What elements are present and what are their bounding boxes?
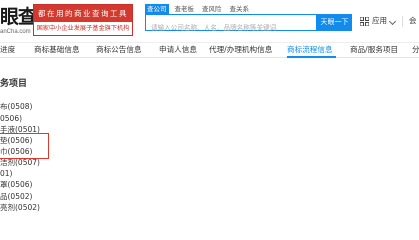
list-item: 0506) bbox=[0, 114, 23, 123]
tab-announcement[interactable]: 商标公告信息 bbox=[96, 43, 142, 57]
header-divider bbox=[402, 16, 403, 27]
search-tab-risk[interactable]: 查风险 bbox=[200, 4, 224, 14]
search-tab-relation[interactable]: 查关系 bbox=[228, 4, 252, 14]
logo-domain: anCha.com bbox=[0, 29, 31, 35]
chevron-down-icon[interactable] bbox=[388, 17, 397, 26]
list-item: 亮剂(0502) bbox=[0, 203, 40, 212]
search-button[interactable]: 天眼一下 bbox=[317, 14, 352, 31]
list-item: 罩(0506) bbox=[0, 180, 33, 189]
tab-more[interactable]: 分 bbox=[412, 43, 419, 57]
list-item: 品(0502) bbox=[0, 192, 33, 201]
member-menu[interactable]: 会 bbox=[409, 15, 417, 27]
list-item: 01) bbox=[0, 169, 13, 178]
header: 眼查 anCha.com 都在用的商业查询工具 国家中小企业发展子基金旗下机构 … bbox=[0, 0, 419, 42]
banner-slogan: 都在用的商业查询工具 bbox=[34, 5, 132, 22]
list-item: 洁剂(0507) bbox=[0, 158, 40, 167]
banner-subtitle: 国家中小企业发展子基金旗下机构 bbox=[36, 25, 130, 32]
search-tab-company[interactable]: 查公司 bbox=[145, 4, 169, 14]
highlight-box bbox=[0, 133, 49, 159]
promo-banner: 都在用的商业查询工具 国家中小企业发展子基金旗下机构 bbox=[33, 4, 133, 36]
tab-process[interactable]: 商标流程信息 bbox=[287, 43, 333, 57]
active-tab-indicator bbox=[287, 56, 336, 58]
app-menu-label[interactable]: 应用 bbox=[372, 15, 387, 27]
tab-basic-info[interactable]: 商标基础信息 bbox=[34, 43, 80, 57]
search-tab-boss[interactable]: 查老板 bbox=[173, 4, 197, 14]
tab-progress[interactable]: 进度 bbox=[0, 43, 15, 57]
tab-goods-services[interactable]: 商品/服务项目 bbox=[350, 43, 398, 57]
list-item: 布(0508) bbox=[0, 102, 33, 111]
search-type-tabs: 查公司 查老板 查风险 查关系 bbox=[145, 4, 251, 14]
detail-nav: 进度 商标基础信息 商标公告信息 申请人信息 代理/办理机构信息 商标流程信息 … bbox=[0, 42, 419, 58]
search-box bbox=[145, 14, 317, 36]
logo[interactable]: 眼查 bbox=[0, 7, 37, 27]
tab-applicant[interactable]: 申请人信息 bbox=[159, 43, 197, 57]
tab-agency[interactable]: 代理/办理机构信息 bbox=[209, 43, 272, 57]
search-input[interactable] bbox=[146, 20, 316, 36]
section-title: 务项目 bbox=[0, 79, 28, 89]
app-grid-icon[interactable] bbox=[360, 17, 369, 26]
